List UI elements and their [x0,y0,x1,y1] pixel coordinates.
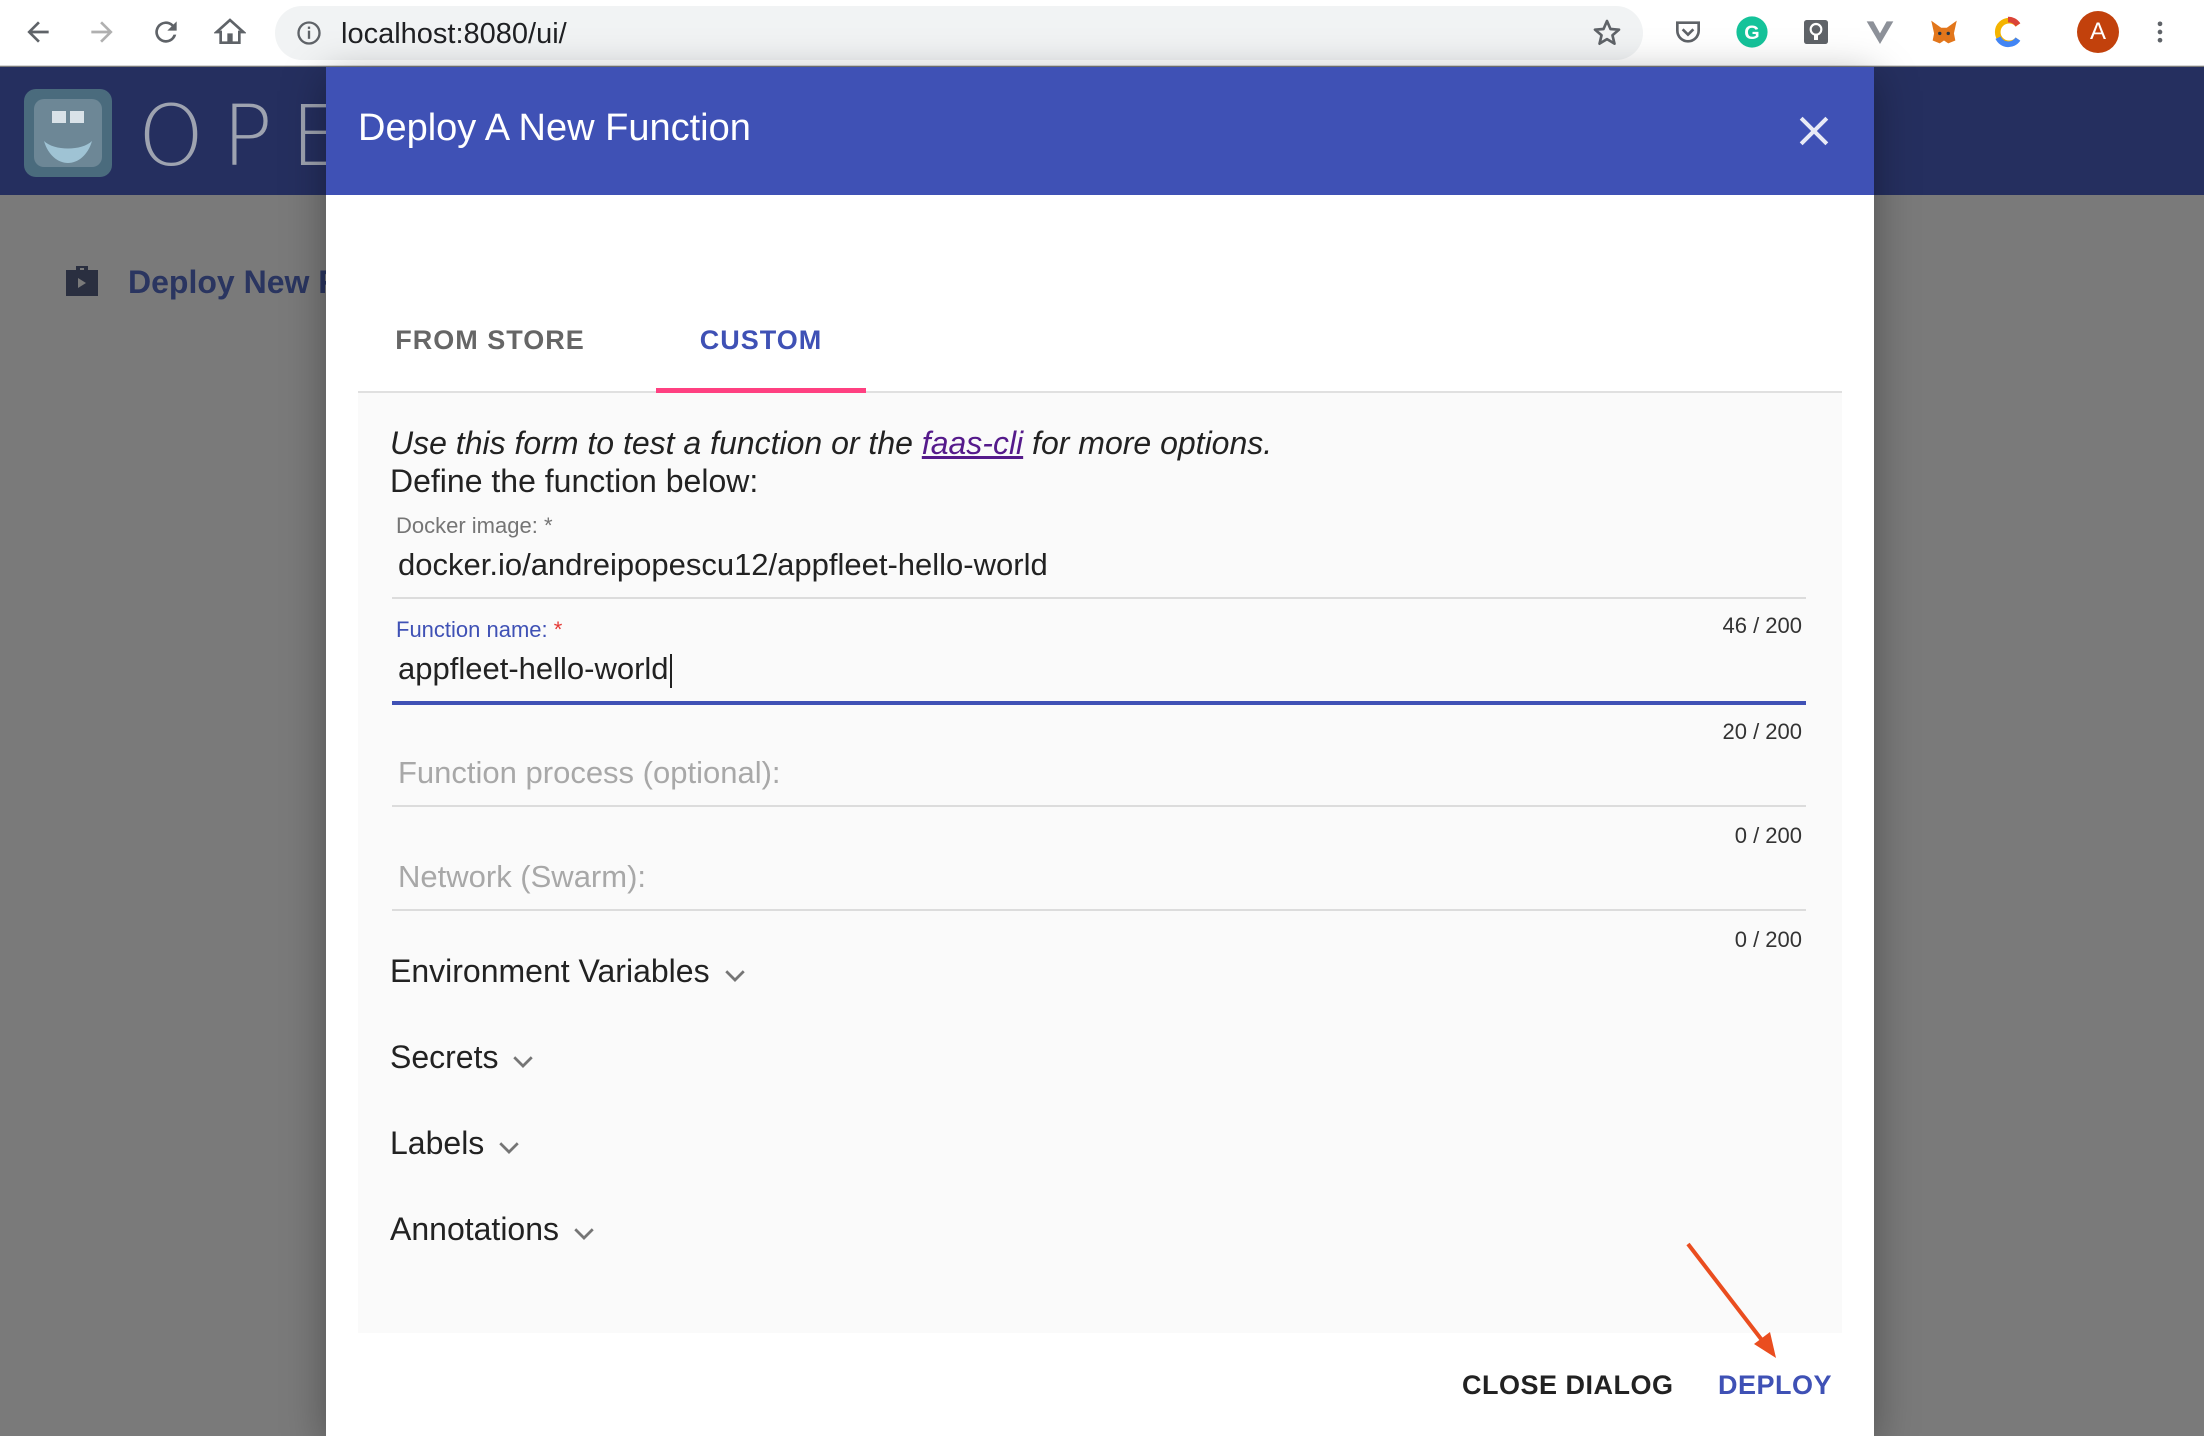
network-underline [392,909,1806,911]
dialog-header: Deploy A New Function [326,67,1874,195]
profile-avatar[interactable]: A [2077,11,2119,53]
openfaas-logo [24,89,112,177]
sidebar-item-label: Deploy New F [128,263,338,300]
metamask-icon[interactable] [1926,14,1962,50]
secrets-label: Secrets [390,1039,499,1075]
form-intro-line2: Define the function below: [390,463,759,499]
labels-label: Labels [390,1125,485,1161]
chevron-down-icon [724,969,745,982]
close-dialog-button[interactable]: CLOSE DIALOG [1462,1333,1674,1436]
c-icon[interactable] [1990,14,2026,50]
address-bar[interactable]: localhost:8080/ui/ [275,6,1643,60]
function-name-label: Function name: * [396,617,563,642]
dialog-actions: CLOSE DIALOG DEPLOY [326,1333,1874,1436]
screen: localhost:8080/ui/ G A OPEN Deploy New F… [0,0,2204,1436]
custom-form: Use this form to test a function or the … [358,393,1842,1333]
annotations-label: Annotations [390,1211,560,1247]
secrets-toggle[interactable]: Secrets [390,1039,538,1076]
annotations-toggle[interactable]: Annotations [390,1211,599,1248]
function-name-underline [392,701,1806,705]
forward-arrow-icon[interactable] [84,14,120,50]
close-icon[interactable] [1792,109,1836,153]
function-process-underline [392,805,1806,807]
vue-icon[interactable] [1862,14,1898,50]
docker-image-underline [392,597,1806,599]
url-text: localhost:8080/ui/ [341,18,567,50]
network-counter: 0 / 200 [1734,927,1802,952]
form-intro: Use this form to test a function or the … [390,425,1272,462]
deploy-dialog: Deploy A New Function FROM STORE CUSTOM … [326,67,1874,1436]
star-icon[interactable] [1591,17,1623,49]
environment-variables-label: Environment Variables [390,953,710,989]
svg-text:G: G [1744,22,1759,44]
back-arrow-icon[interactable] [20,14,56,50]
grammarly-icon[interactable]: G [1734,14,1770,50]
tab-from-store[interactable]: FROM STORE [358,195,622,393]
chevron-down-icon [574,1227,594,1240]
environment-variables-toggle[interactable]: Environment Variables [390,953,750,990]
briefcase-icon [66,266,98,296]
deploy-button[interactable]: DEPLOY [1718,1333,1832,1436]
intro-text-prefix: Use this form to test a function or the [390,425,922,461]
labels-toggle[interactable]: Labels [390,1125,524,1162]
docker-image-label: Docker image: * [396,513,553,538]
docker-image-input[interactable]: docker.io/andreipopescu12/appfleet-hello… [398,547,1048,583]
faas-cli-link[interactable]: faas-cli [922,425,1023,461]
intro-text-suffix: for more options. [1023,425,1273,461]
chevron-down-icon [513,1055,534,1068]
tab-bar: FROM STORE CUSTOM [358,195,1842,393]
browser-toolbar: localhost:8080/ui/ G A [0,0,2204,66]
pocket-icon[interactable] [1670,14,1706,50]
chevron-down-icon [499,1141,520,1154]
function-name-input[interactable]: appfleet-hello-world [398,651,672,688]
network-input[interactable]: Network (Swarm): [398,859,646,895]
reload-icon[interactable] [148,14,184,50]
sidebar-item-deploy[interactable]: Deploy New F [58,258,338,306]
dialog-title: Deploy A New Function [358,107,751,149]
tab-custom[interactable]: CUSTOM [656,195,866,393]
home-icon[interactable] [212,14,248,50]
lightbulb-icon[interactable] [1798,14,1834,50]
function-process-input[interactable]: Function process (optional): [398,755,781,791]
info-icon[interactable] [295,19,323,47]
menu-dots-icon[interactable] [2146,14,2174,50]
